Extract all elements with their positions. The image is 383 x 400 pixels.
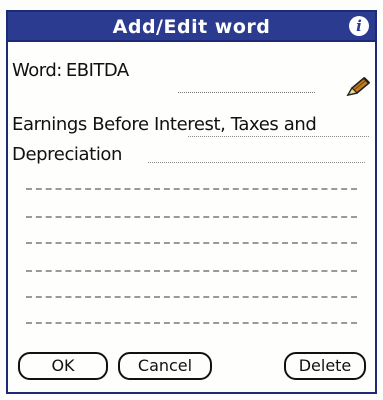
info-icon[interactable]: i: [349, 16, 369, 36]
ruled-line: [26, 296, 357, 298]
word-field[interactable]: Word: EBITDA: [12, 60, 342, 88]
ruled-line: [188, 136, 369, 137]
cancel-button[interactable]: Cancel: [118, 352, 212, 380]
ruled-line: [26, 270, 357, 272]
ruled-line: [26, 216, 357, 218]
ruled-line: [148, 162, 365, 163]
dialog-frame: Add/Edit word i Word: EBITDA Earnings Bef…: [6, 10, 377, 394]
delete-button[interactable]: Delete: [284, 352, 366, 380]
word-value[interactable]: EBITDA: [66, 60, 129, 81]
dialog-title: Add/Edit word: [112, 16, 271, 38]
word-underline: [178, 92, 315, 93]
ruled-line: [26, 322, 357, 324]
word-label: Word:: [12, 60, 62, 81]
ok-button[interactable]: OK: [18, 352, 108, 380]
screen: Add/Edit word i Word: EBITDA Earnings Bef…: [0, 0, 383, 400]
definition-text[interactable]: Earnings Before Interest, Taxes and Depr…: [12, 110, 364, 170]
ruled-line: [26, 188, 357, 190]
pencil-icon[interactable]: [345, 76, 371, 98]
ruled-line: [26, 242, 357, 244]
title-bar: Add/Edit word i: [8, 12, 375, 42]
